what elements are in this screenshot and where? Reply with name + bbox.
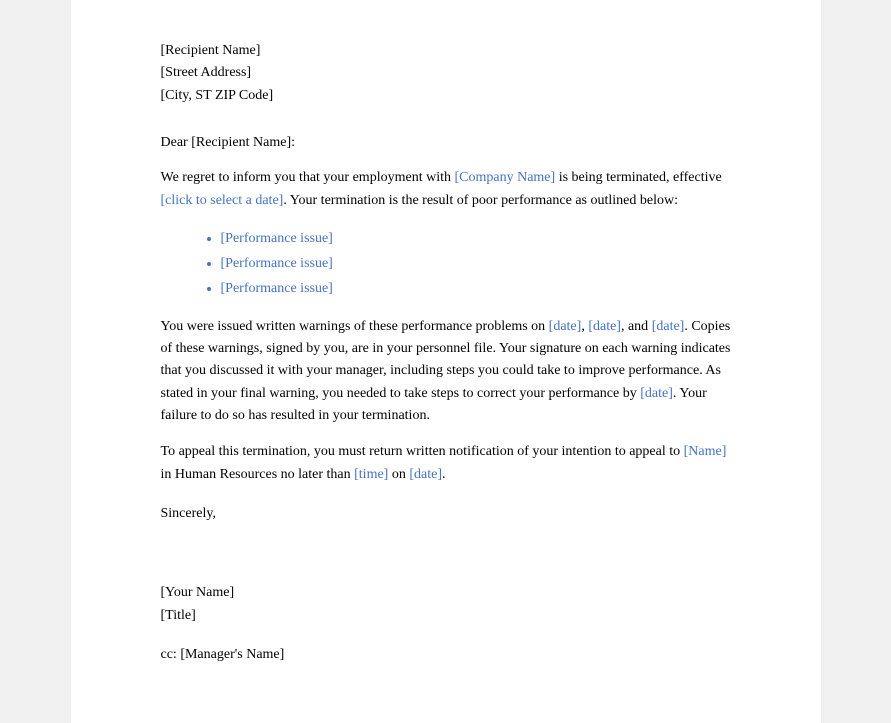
paragraph-1: We regret to inform you that your employ…: [161, 167, 731, 212]
para1-post: . Your termination is the result of poor…: [283, 193, 678, 208]
city-state-zip: [City, ST ZIP Code]: [161, 85, 731, 107]
performance-issues-list: [Performance issue] [Performance issue] …: [221, 226, 731, 302]
list-item: [Performance issue]: [221, 276, 731, 301]
list-item: [Performance issue]: [221, 226, 731, 251]
para2-pre: You were issued written warnings of thes…: [161, 319, 549, 334]
paragraph-2: You were issued written warnings of thes…: [161, 316, 731, 428]
street-address: [Street Address]: [161, 62, 731, 84]
salutation: Dear [Recipient Name]:: [161, 135, 731, 151]
para2-date4: [date]: [640, 386, 673, 401]
para2-date2: [date]: [588, 319, 621, 334]
para1-date-link: [click to select a date]: [161, 193, 284, 208]
signer-name: [Your Name]: [161, 582, 731, 604]
para1-company: [Company Name]: [454, 170, 555, 185]
para3-date: [date]: [409, 467, 442, 482]
signature-block: [Your Name] [Title]: [161, 582, 731, 627]
para3-pre: To appeal this termination, you must ret…: [161, 444, 684, 459]
list-item: [Performance issue]: [221, 251, 731, 276]
letter-page: [Recipient Name] [Street Address] [City,…: [71, 0, 821, 723]
sincerely-text: Sincerely,: [161, 506, 731, 522]
para1-mid: is being terminated, effective: [555, 170, 722, 185]
para3-name: [Name]: [684, 444, 727, 459]
address-block: [Recipient Name] [Street Address] [City,…: [161, 40, 731, 107]
recipient-name: [Recipient Name]: [161, 40, 731, 62]
para1-pre: We regret to inform you that your employ…: [161, 170, 455, 185]
para3-post: .: [442, 467, 446, 482]
para2-date1: [date]: [549, 319, 582, 334]
signer-title: [Title]: [161, 605, 731, 627]
para3-sep: on: [388, 467, 409, 482]
para3-time: [time]: [354, 467, 388, 482]
para3-mid: in Human Resources no later than: [161, 467, 355, 482]
para2-date3: [date]: [652, 319, 685, 334]
para2-sep2: , and: [621, 319, 652, 334]
paragraph-3: To appeal this termination, you must ret…: [161, 441, 731, 486]
